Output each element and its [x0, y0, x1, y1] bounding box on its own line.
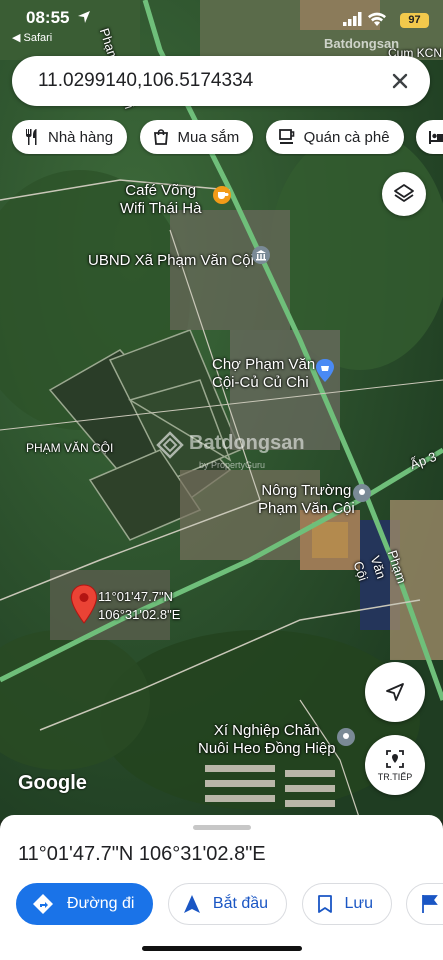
chip-coffee[interactable]: Quán cà phê [265, 120, 404, 154]
shopping-bag-icon [153, 129, 168, 145]
map-label-nong-truong[interactable]: Nông Trường Phạm Văn Cội [258, 482, 355, 518]
street-view-icon [386, 750, 404, 768]
bottom-sheet[interactable]: 11°01'47.7"N 106°31'02.8"E Đường đi Bắt … [0, 815, 443, 960]
watermark-text: Batdongsan [189, 432, 305, 454]
place-poi-icon[interactable] [352, 483, 372, 503]
category-chips: Nhà hàng Mua sắm Quán cà phê K [12, 120, 443, 156]
location-arrow-icon [78, 11, 91, 23]
cellular-signal-icon [343, 12, 362, 26]
farm-poi-icon[interactable] [336, 727, 356, 747]
more-button[interactable]: Th [406, 883, 443, 925]
navigation-start-icon [183, 895, 200, 913]
map-label-cafe[interactable]: Café Võng Wifi Thái Hà [120, 182, 201, 218]
map-layers-button[interactable] [382, 172, 426, 216]
back-to-app[interactable]: ◀ Safari [12, 31, 52, 44]
close-icon [392, 73, 408, 89]
bookmark-icon [317, 895, 332, 913]
chip-restaurants[interactable]: Nhà hàng [12, 120, 128, 154]
google-logo: Google [18, 772, 87, 794]
chip-shopping[interactable]: Mua sắm [139, 120, 254, 154]
map-label-xi-nghiep[interactable]: Xí Nghiệp Chăn Nuôi Heo Đồng Hiệp [198, 722, 336, 758]
market-poi-icon[interactable] [314, 358, 336, 384]
directions-icon [33, 894, 53, 914]
directions-button[interactable]: Đường đi [16, 883, 154, 925]
chip-hotels[interactable]: K [416, 120, 443, 154]
action-buttons: Đường đi Bắt đầu Lưu Th [16, 883, 443, 927]
dropped-pin-icon[interactable] [70, 584, 98, 624]
status-time-text: 08:55 [26, 8, 70, 27]
government-poi-icon[interactable] [251, 245, 271, 265]
wifi-icon [368, 12, 386, 26]
clear-search-button[interactable] [386, 67, 414, 95]
hotel-icon [429, 131, 443, 144]
start-label: Bắt đầu [212, 895, 269, 912]
cafe-poi-icon[interactable] [212, 185, 232, 207]
save-button[interactable]: Lưu [301, 883, 393, 925]
status-bar: 08:55 ◀ Safari 97 [0, 0, 443, 48]
sheet-drag-handle[interactable] [193, 825, 251, 830]
save-label: Lưu [344, 895, 374, 912]
home-indicator[interactable] [142, 946, 302, 951]
layers-icon [394, 184, 414, 202]
chip-coffee-label: Quán cà phê [303, 128, 390, 146]
map-label-cho[interactable]: Chợ Phạm Văn Cội-Củ Củ Chi [212, 356, 315, 392]
coffee-icon [278, 129, 294, 144]
map-label-ubnd[interactable]: UBND Xã Phạm Văn Cội [88, 252, 254, 270]
restaurant-icon [26, 129, 37, 145]
flag-icon [422, 895, 439, 913]
chip-restaurants-label: Nhà hàng [48, 128, 114, 146]
street-view-button[interactable]: TR.TIẾP [365, 735, 425, 795]
search-bar[interactable]: 11.0299140,106.5174334 [12, 56, 430, 106]
street-view-label: TR.TIẾP [377, 772, 413, 782]
chip-shopping-label: Mua sắm [177, 128, 240, 146]
directions-label: Đường đi [67, 895, 135, 912]
place-coordinates: 11°01'47.7"N 106°31'02.8"E [18, 843, 266, 865]
navigation-arrow-icon [386, 683, 404, 701]
my-location-button[interactable] [365, 662, 425, 722]
map-label-area: PHẠM VĂN CỘI [26, 441, 114, 455]
watermark-logo-icon [155, 430, 185, 460]
search-input[interactable]: 11.0299140,106.5174334 [38, 70, 253, 92]
pin-coordinates-label: 11°01'47.7"N 106°31'02.8"E [98, 589, 181, 622]
battery-indicator: 97 [400, 13, 429, 28]
status-time: 08:55 [26, 8, 91, 28]
watermark-sub: by PropertyGuru [199, 460, 266, 470]
start-button[interactable]: Bắt đầu [167, 883, 288, 925]
